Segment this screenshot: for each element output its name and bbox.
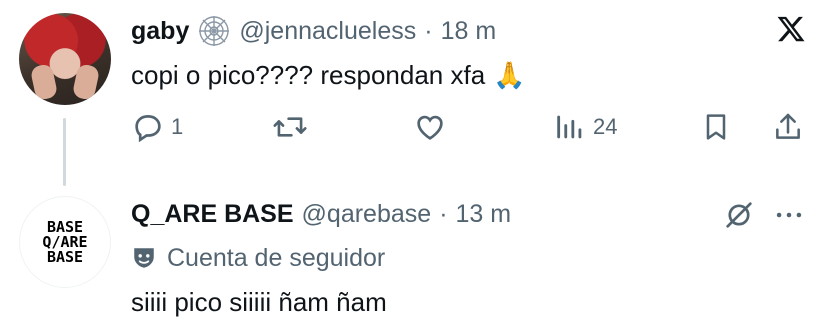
tweet-header: gaby @jennaclueless · 18 m [131, 14, 496, 48]
avatar-gaby[interactable] [19, 13, 111, 105]
bookmark-icon [700, 110, 732, 144]
timestamp[interactable]: 13 m [456, 200, 512, 229]
reply-count: 1 [171, 114, 184, 139]
retweet-icon [272, 110, 308, 144]
share-icon [772, 110, 804, 144]
reply-icon [131, 110, 165, 144]
views-icon [553, 110, 587, 144]
separator: · [424, 16, 433, 45]
account-label-row: Cuenta de seguidor [131, 240, 385, 276]
handle[interactable]: @qarebase [302, 200, 432, 229]
avatar-text-line: BASE [46, 247, 84, 266]
avatar-hand-left [29, 63, 59, 101]
bookmark-button[interactable] [700, 110, 732, 144]
pray-emoji: 🙏 [493, 59, 526, 90]
reply-text: siiii pico siiiii ñam ñam [131, 286, 387, 317]
spiderweb-icon [197, 14, 231, 48]
avatar-qarebase[interactable]: BASE Q/ARE BASE [19, 196, 111, 288]
reply-body: siiii pico siiiii ñam ñam [131, 283, 387, 321]
reply-header: Q_ARE BASE @qarebase · 13 m [131, 197, 511, 231]
x-logo-icon [776, 14, 806, 44]
display-name[interactable]: gaby [131, 17, 189, 46]
retweet-button[interactable] [272, 110, 308, 144]
thread-line [63, 118, 66, 186]
display-name[interactable]: Q_ARE BASE [131, 200, 294, 229]
share-button[interactable] [772, 110, 804, 144]
more-icon[interactable] [772, 198, 806, 232]
avatar-hand-right [71, 63, 101, 101]
handle[interactable]: @jennaclueless [239, 17, 416, 46]
like-icon [412, 110, 448, 144]
account-label: Cuenta de seguidor [167, 243, 386, 272]
separator: · [439, 199, 448, 228]
tweet-body: copi o pico???? respondan xfa 🙏 [131, 56, 526, 94]
views-button[interactable]: 24 [553, 110, 617, 144]
views-count: 24 [593, 114, 618, 139]
reply-button[interactable]: 1 [131, 110, 183, 144]
mask-icon [131, 245, 157, 271]
hidden-icon[interactable] [722, 198, 756, 232]
like-button[interactable] [412, 110, 448, 144]
tweet-text: copi o pico???? respondan xfa [131, 59, 486, 90]
timestamp[interactable]: 18 m [441, 17, 497, 46]
